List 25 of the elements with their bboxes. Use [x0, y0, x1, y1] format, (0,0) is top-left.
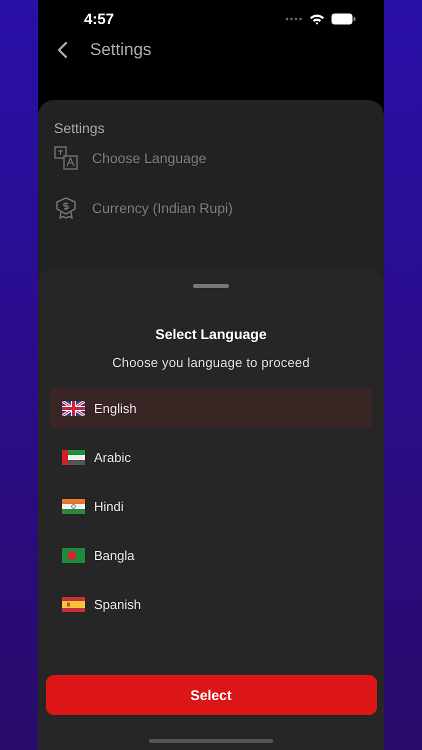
section-heading: Settings	[54, 120, 106, 136]
wifi-icon	[309, 13, 325, 25]
flag-icon	[62, 596, 85, 612]
settings-item[interactable]: Choose Language	[54, 146, 368, 170]
status-time: 4:57	[84, 10, 114, 28]
badge-icon	[54, 196, 78, 220]
language-option[interactable]: English	[50, 388, 372, 428]
select-button[interactable]: Select	[46, 675, 376, 715]
flag-icon	[62, 548, 85, 562]
sheet-subtitle: Choose you language to proceed	[112, 355, 310, 370]
signal-icon	[285, 17, 303, 21]
sheet-handle[interactable]	[193, 284, 229, 288]
flag-icon	[62, 450, 85, 464]
language-option[interactable]: Arabic	[50, 437, 372, 477]
battery-icon	[331, 13, 356, 25]
settings-item[interactable]: Currency (Indian Rupi)	[54, 196, 368, 220]
flag-icon	[62, 498, 85, 514]
translate-icon	[54, 146, 78, 170]
language-option[interactable]: Hindi	[50, 486, 372, 526]
flag-icon	[62, 400, 85, 416]
language-option[interactable]: Bangla	[50, 535, 372, 575]
screen-title: Settings	[90, 40, 152, 60]
back-icon[interactable]	[57, 41, 68, 59]
language-option[interactable]: Spanish	[50, 584, 372, 624]
sheet-title: Select Language	[155, 326, 267, 342]
